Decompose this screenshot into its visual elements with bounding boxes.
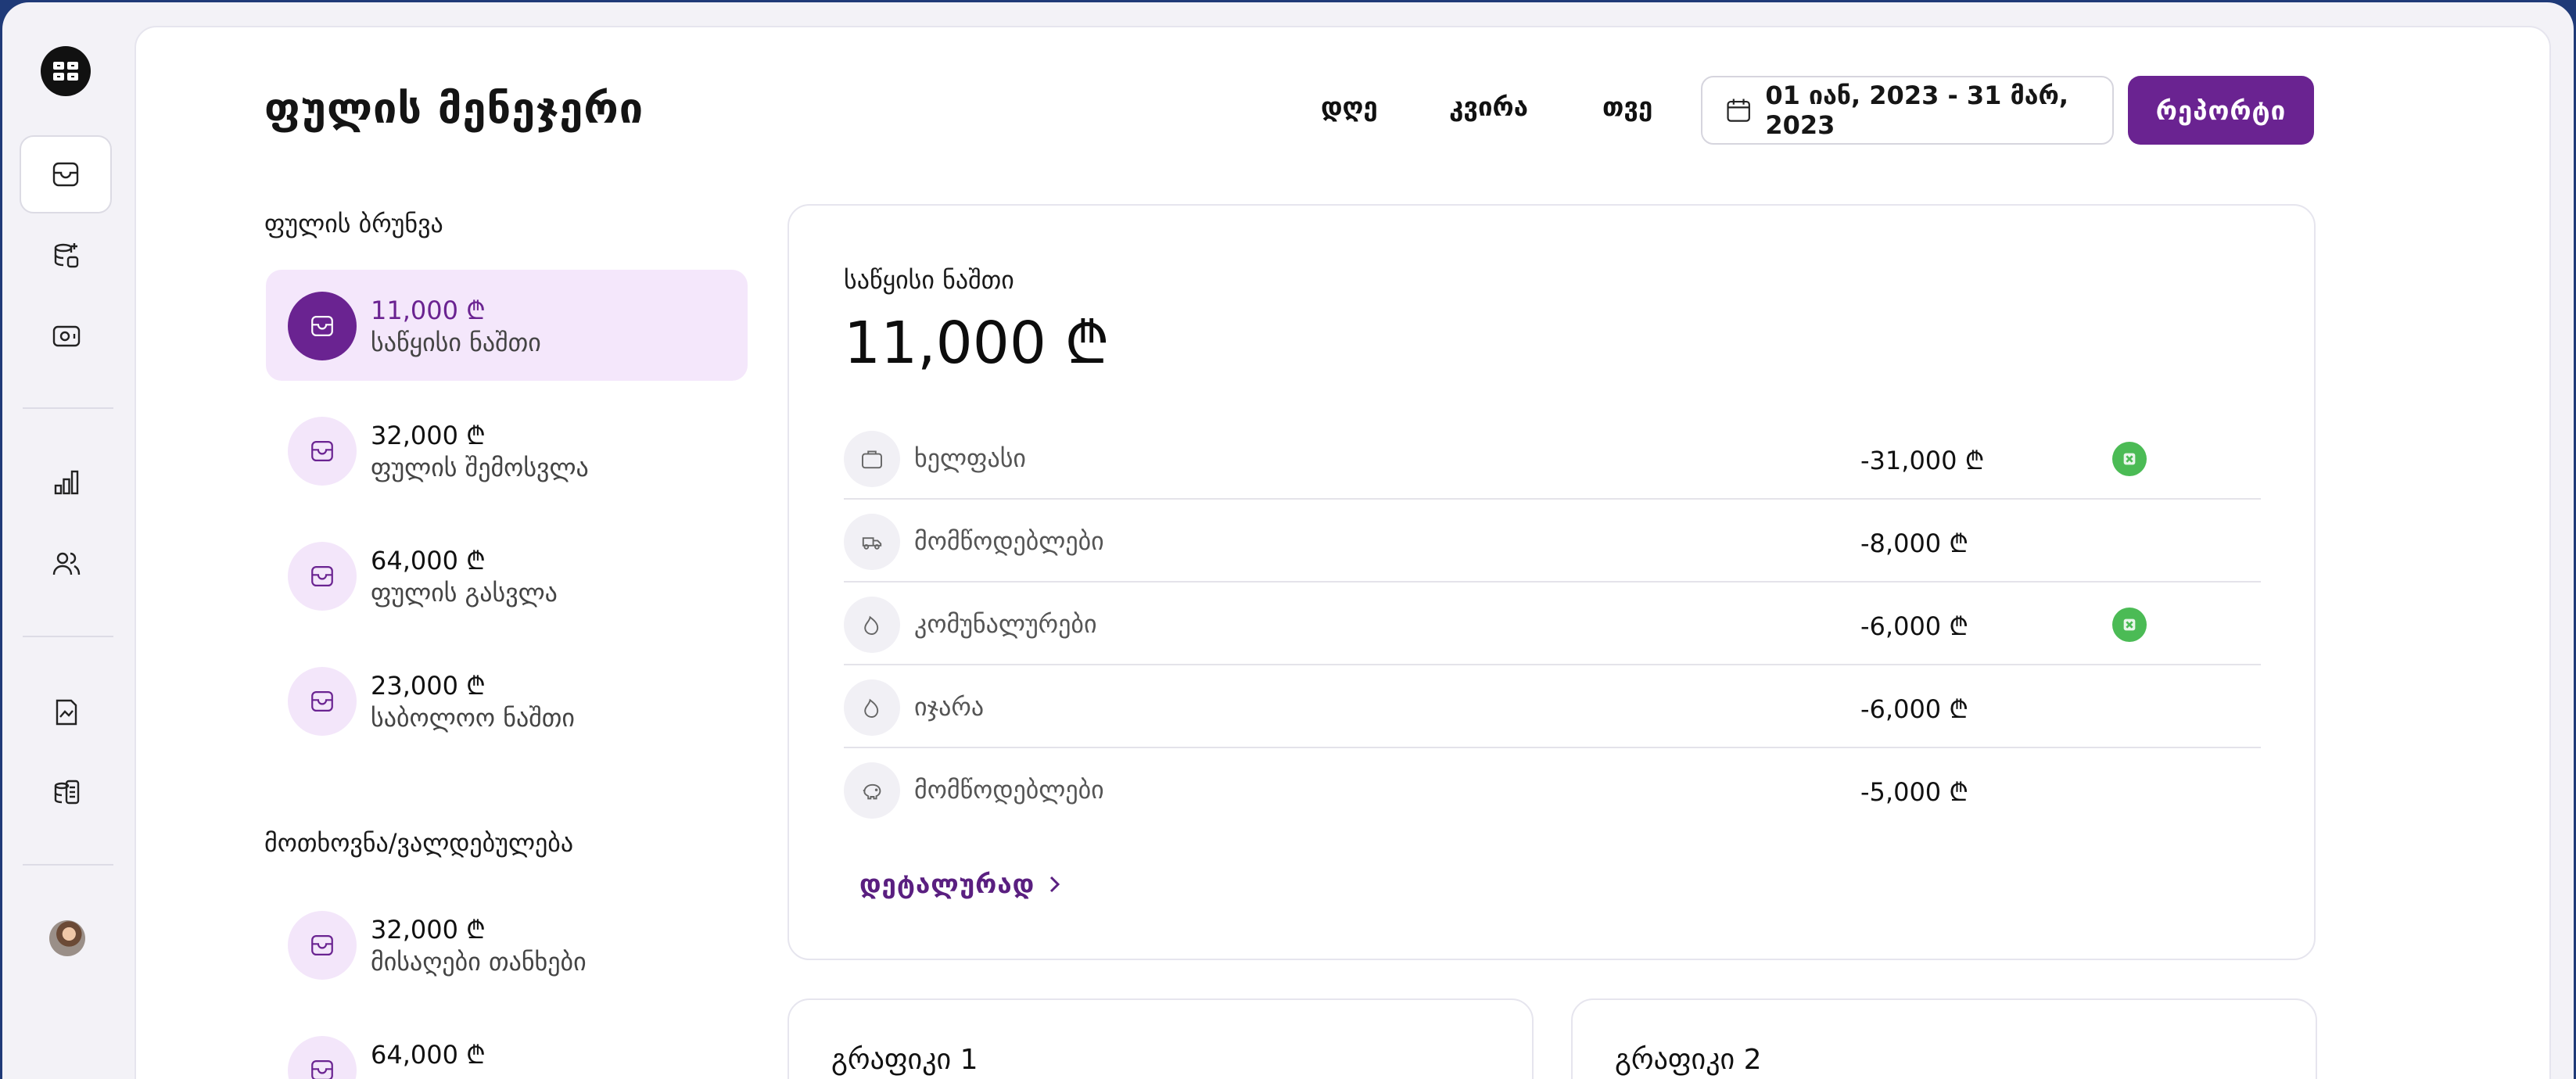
period-month-tab[interactable]: თვე: [1602, 91, 1652, 122]
obligations-title: მოთხოვნა/ვალდებულება: [264, 828, 574, 858]
period-week-tab[interactable]: კვირა: [1449, 91, 1528, 122]
cashflow-title: ფულის ბრუნვა: [264, 209, 443, 238]
sidebar-item-database[interactable]: [45, 234, 88, 278]
date-range-text: 01 იან, 2023 - 31 მარ, 2023: [1765, 81, 2068, 140]
database-plus-icon: [54, 243, 79, 268]
graph-card-1: გრაფიკი 1: [788, 998, 1534, 1079]
period-day-tab[interactable]: დღე: [1321, 91, 1378, 122]
graph-title: გრაფიკი 1: [831, 1044, 978, 1076]
sidebar-item-analytics[interactable]: [45, 461, 88, 504]
flame-icon: [844, 679, 900, 736]
expense-label: მომწოდებლები: [914, 775, 1104, 805]
sidebar: [2, 2, 132, 1079]
wallet-icon: [52, 162, 79, 187]
expense-label: ხელფასი: [914, 443, 1026, 473]
sidebar-item-camera[interactable]: [45, 314, 88, 357]
balance-amount: 11,000 ₾: [844, 310, 1110, 377]
chevron-right-icon: [1050, 876, 1060, 892]
expense-value: -6,000 ₾: [1860, 694, 1969, 724]
obligations-item-payables[interactable]: 64,000 ₾: [266, 1014, 748, 1079]
cashflow-item-opening-balance[interactable]: 11,000 ₾ საწყისი ნაშთი: [266, 270, 748, 381]
expense-label: იჯარა: [914, 692, 985, 722]
report-button[interactable]: რეპორტი: [2128, 76, 2314, 145]
sidebar-item-users[interactable]: [45, 542, 88, 586]
cashflow-label: ფულის შემოსვლა: [371, 453, 589, 482]
truck-icon: [844, 514, 900, 570]
obligations-amount: 64,000 ₾: [371, 1040, 486, 1070]
sidebar-divider: [23, 864, 113, 866]
expense-label: მომწოდებლები: [914, 526, 1104, 556]
expense-value: -8,000 ₾: [1860, 529, 1969, 558]
app-window: ფულის მენეჯერი დღე კვირა თვე 01 იან, 202…: [2, 2, 2574, 1079]
page-title: ფულის მენეჯერი: [264, 84, 644, 133]
details-link[interactable]: დეტალურად: [859, 869, 1063, 899]
sidebar-divider: [23, 636, 113, 637]
wallet-icon: [288, 911, 357, 980]
apps-logo-icon[interactable]: [41, 46, 91, 96]
date-range-picker[interactable]: 01 იან, 2023 - 31 მარ, 2023: [1701, 76, 2114, 145]
obligations-item-receivables[interactable]: 32,000 ₾ მისაღები თანხები: [266, 889, 748, 1000]
expense-row[interactable]: იჯარა -6,000 ₾: [844, 665, 2261, 748]
bar-chart-icon: [54, 470, 79, 495]
expense-row[interactable]: კომუნალურები -6,000 ₾: [844, 583, 2261, 665]
cashflow-item-closing-balance[interactable]: 23,000 ₾ საბოლოო ნაშთი: [266, 645, 748, 756]
wallet-icon: [288, 417, 357, 486]
flame-icon: [844, 597, 900, 653]
cashflow-label: საბოლოო ნაშთი: [371, 703, 575, 733]
expense-row[interactable]: ხელფასი -31,000 ₾: [844, 417, 2261, 500]
graph-card-2: გრაფიკი 2: [1571, 998, 2317, 1079]
graph-title: გრაფიკი 2: [1615, 1044, 1762, 1076]
cashflow-item-outflow[interactable]: 64,000 ₾ ფულის გასვლა: [266, 520, 748, 631]
cashflow-amount: 11,000 ₾: [371, 296, 486, 325]
sidebar-item-documents[interactable]: [45, 690, 88, 734]
balance-card: საწყისი ნაშთი 11,000 ₾ ხელფასი -31,000 ₾…: [788, 204, 2316, 960]
expense-value: -6,000 ₾: [1860, 611, 1969, 641]
status-badge-icon: [2112, 608, 2147, 642]
sidebar-item-reports[interactable]: [45, 770, 88, 814]
expense-value: -5,000 ₾: [1860, 777, 1969, 807]
sidebar-divider: [23, 407, 113, 409]
piggy-bank-icon: [844, 762, 900, 819]
details-link-label: დეტალურად: [859, 869, 1035, 899]
cashflow-amount: 32,000 ₾: [371, 421, 486, 450]
calendar-icon: [1727, 99, 1750, 122]
users-icon: [52, 552, 81, 575]
wallet-icon: [288, 1036, 357, 1079]
obligations-label: მისაღები თანხები: [371, 947, 587, 977]
status-badge-icon: [2112, 442, 2147, 476]
wallet-icon: [288, 542, 357, 611]
expense-label: კომუნალურები: [914, 609, 1097, 639]
user-avatar[interactable]: [49, 920, 85, 956]
expense-row[interactable]: მომწოდებლები -8,000 ₾: [844, 500, 2261, 583]
wallet-icon: [288, 667, 357, 736]
briefcase-icon: [844, 431, 900, 487]
expense-value: -31,000 ₾: [1860, 446, 1985, 475]
expense-row[interactable]: მომწოდებლები -5,000 ₾: [844, 748, 2261, 831]
cashflow-label: საწყისი ნაშთი: [371, 328, 541, 357]
document-chart-icon: [56, 699, 77, 726]
camera-money-icon: [52, 325, 81, 347]
cashflow-label: ფულის გასვლა: [371, 578, 558, 608]
obligations-amount: 32,000 ₾: [371, 915, 486, 945]
wallet-icon: [288, 292, 357, 360]
sidebar-item-wallet[interactable]: [20, 135, 112, 213]
cashflow-amount: 64,000 ₾: [371, 546, 486, 575]
cashflow-item-income[interactable]: 32,000 ₾ ფულის შემოსვლა: [266, 395, 748, 506]
cashflow-amount: 23,000 ₾: [371, 671, 486, 701]
balance-label: საწყისი ნაშთი: [844, 265, 1014, 295]
database-list-icon: [54, 780, 80, 805]
